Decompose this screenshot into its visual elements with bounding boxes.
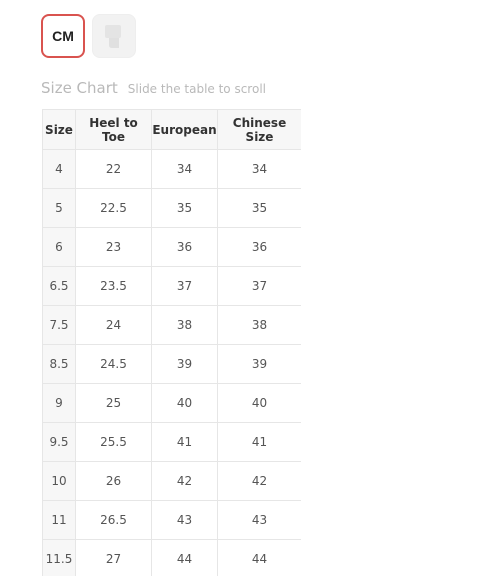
table-row: 10 26 42 42 <box>42 461 301 501</box>
table-cell: 35 <box>217 188 301 228</box>
table-cell: 43 <box>217 500 301 540</box>
table-body: 4 22 34 34 5 22.5 35 35 6 23 36 36 6.5 23.5 37 37 7.5 24 3… <box>42 149 301 576</box>
table-cell: 7.5 <box>42 305 76 345</box>
table-cell: 9.5 <box>42 422 76 462</box>
table-cell: 11.5 <box>42 539 76 576</box>
table-row: 6 23 36 36 <box>42 227 301 267</box>
table-cell: 38 <box>217 305 301 345</box>
table-cell: 36 <box>151 227 218 267</box>
table-cell: 40 <box>151 383 218 423</box>
size-chart-header: Size Chart Slide the table to scroll <box>41 79 266 97</box>
table-cell: 25.5 <box>75 422 152 462</box>
table-cell: 24 <box>75 305 152 345</box>
column-header-size: Size <box>42 109 76 150</box>
table-row: 11 26.5 43 43 <box>42 500 301 540</box>
table-cell: 6 <box>42 227 76 267</box>
table-row: 7.5 24 38 38 <box>42 305 301 345</box>
table-cell: 37 <box>217 266 301 306</box>
table-cell: 9 <box>42 383 76 423</box>
table-cell: 24.5 <box>75 344 152 384</box>
ruler-icon <box>105 25 121 48</box>
table-row: 9.5 25.5 41 41 <box>42 422 301 462</box>
table-row: 8.5 24.5 39 39 <box>42 344 301 384</box>
table-cell: 22 <box>75 149 152 189</box>
table-cell: 41 <box>217 422 301 462</box>
table-cell: 44 <box>217 539 301 576</box>
table-cell: 34 <box>151 149 218 189</box>
table-row: 11.5 27 44 44 <box>42 539 301 576</box>
column-header-chinese-size: Chinese Size <box>217 109 301 150</box>
table-cell: 42 <box>217 461 301 501</box>
column-header-heel-to-toe: Heel to Toe <box>75 109 152 150</box>
unit-cm-label: CM <box>52 28 74 44</box>
table-cell: 39 <box>217 344 301 384</box>
table-cell: 10 <box>42 461 76 501</box>
table-cell: 25 <box>75 383 152 423</box>
table-cell: 8.5 <box>42 344 76 384</box>
table-cell: 22.5 <box>75 188 152 228</box>
column-header-european: European <box>151 109 218 150</box>
size-table: Size Heel to Toe European Chinese Size 4… <box>42 109 301 576</box>
table-cell: 36 <box>217 227 301 267</box>
table-cell: 23 <box>75 227 152 267</box>
table-cell: 5 <box>42 188 76 228</box>
table-cell: 26 <box>75 461 152 501</box>
table-row: 5 22.5 35 35 <box>42 188 301 228</box>
unit-cm-button[interactable]: CM <box>41 14 85 58</box>
table-cell: 26.5 <box>75 500 152 540</box>
table-cell: 37 <box>151 266 218 306</box>
table-cell: 34 <box>217 149 301 189</box>
table-cell: 44 <box>151 539 218 576</box>
size-table-scroller[interactable]: Size Heel to Toe European Chinese Size 4… <box>42 109 301 576</box>
table-cell: 42 <box>151 461 218 501</box>
table-row: 6.5 23.5 37 37 <box>42 266 301 306</box>
scroll-hint: Slide the table to scroll <box>127 82 266 96</box>
table-cell: 43 <box>151 500 218 540</box>
table-row: 9 25 40 40 <box>42 383 301 423</box>
table-cell: 4 <box>42 149 76 189</box>
table-row: 4 22 34 34 <box>42 149 301 189</box>
size-chart-title: Size Chart <box>41 79 118 97</box>
table-cell: 27 <box>75 539 152 576</box>
table-cell: 6.5 <box>42 266 76 306</box>
table-header-row: Size Heel to Toe European Chinese Size <box>42 109 301 150</box>
unit-switch: CM <box>41 14 136 58</box>
table-cell: 11 <box>42 500 76 540</box>
table-cell: 38 <box>151 305 218 345</box>
table-cell: 39 <box>151 344 218 384</box>
table-cell: 40 <box>217 383 301 423</box>
table-cell: 35 <box>151 188 218 228</box>
table-cell: 23.5 <box>75 266 152 306</box>
table-cell: 41 <box>151 422 218 462</box>
unit-inch-button[interactable] <box>92 14 136 58</box>
